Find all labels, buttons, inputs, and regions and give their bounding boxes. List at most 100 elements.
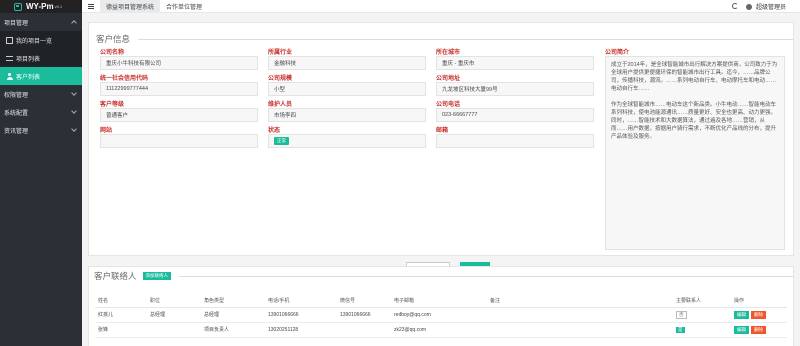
cell-phone: 13020251128	[265, 322, 337, 338]
app-logo[interactable]: WY-Pm v0.1	[0, 0, 82, 13]
users-icon	[6, 72, 13, 80]
sidebar-item-my-projects[interactable]: 我的项目一览	[0, 31, 82, 49]
cell-email: redboy@qq.com	[391, 307, 487, 323]
field-value: 金融科技	[268, 56, 426, 70]
cell-position: 总经理	[147, 307, 201, 323]
cell-actions: 编辑 删除	[731, 322, 787, 338]
sidebar-item-label: 客户列表	[16, 74, 41, 81]
menu-toggle-icon[interactable]	[82, 3, 100, 9]
sidebar-item-label: 项目列表	[16, 56, 41, 63]
sidebar-item-system-config[interactable]: 系统配置	[0, 103, 82, 121]
field-label: 公司规模	[268, 76, 293, 82]
cell-primary: 是	[673, 322, 731, 338]
tab-partner-management[interactable]: 合作单位管理	[160, 0, 208, 13]
field-label: 统一社会信用代码	[100, 76, 149, 82]
field-value: 重庆 - 重庆市	[436, 56, 594, 70]
sidebar-item-permissions[interactable]: 权限管理	[0, 85, 82, 103]
sidebar-item-customer-list[interactable]: 客户列表	[0, 67, 82, 85]
top-bar: 德益项目管理系统 合作单位管理 超级管理员	[82, 0, 800, 13]
column-header: 姓名	[95, 295, 147, 308]
cell-email: zk23@qq.com	[391, 322, 487, 338]
section-title-text: 客户信息	[96, 34, 131, 44]
status-badge: 正常	[274, 137, 289, 145]
field-label: 维护人员	[268, 102, 293, 108]
section-title-text: 客户联络人	[94, 271, 137, 281]
field-address: 公司地址 九龙坡区科技大厦99号	[436, 73, 594, 99]
add-contact-button[interactable]: 添加联络人	[142, 272, 172, 280]
cell-wechat	[337, 322, 391, 338]
column-header: 操作	[731, 295, 787, 308]
delete-contact-button[interactable]: 删除	[751, 325, 766, 334]
table-header-row: 姓名 职位 角色类型 电话/手机 微信号 电子邮箱 备注 主要联系人 操作	[95, 295, 787, 308]
field-value: 11122999777444	[100, 82, 258, 96]
column-header: 备注	[487, 295, 673, 308]
chevron-down-icon	[71, 90, 77, 96]
logo-version: v0.1	[54, 4, 63, 9]
field-label: 公司电话	[436, 102, 461, 108]
user-menu[interactable]: 超级管理员	[746, 2, 786, 11]
tab-project-system[interactable]: 德益项目管理系统	[100, 0, 161, 13]
divider	[138, 38, 793, 40]
table-row: 红孩儿 总经理 总经理 13901066666 13901066666 redb…	[95, 307, 787, 323]
cell-role: 项目负责人	[201, 322, 265, 338]
field-value: 023-66667777	[436, 108, 594, 122]
chevron-down-icon	[71, 108, 77, 114]
field-label: 邮箱	[436, 128, 449, 134]
field-credit-code: 统一社会信用代码 11122999777444	[100, 73, 258, 99]
cell-name: 红孩儿	[95, 307, 147, 323]
sidebar-item-label: 项目管理	[4, 20, 29, 27]
sidebar-item-label: 我的项目一览	[16, 38, 53, 45]
field-value: 重庆小牛科技有限公司	[100, 56, 258, 70]
section-title: 客户联络人 添加联络人	[94, 270, 794, 282]
cell-note	[487, 322, 673, 338]
column-header: 电子邮箱	[391, 295, 487, 308]
field-phone: 公司电话 023-66667777	[436, 99, 594, 125]
field-value: 市场李四	[268, 108, 426, 122]
intro-paragraph: 作为全球智能城市……电动车这个新品类。小牛电动……智能电动车系列科技，使电池能源…	[611, 102, 777, 140]
refresh-icon[interactable]	[732, 3, 739, 9]
field-label: 所在城市	[436, 50, 461, 56]
chevron-down-icon	[71, 126, 77, 132]
field-maintainer: 维护人员 市场李四	[268, 99, 426, 125]
sidebar-item-label: 系统配置	[4, 110, 29, 117]
contacts-panel: 客户联络人 添加联络人 姓名 职位 角色类型 电话/手机 微信号 电子邮箱 备注…	[88, 266, 794, 346]
column-header: 电话/手机	[265, 295, 337, 308]
field-label: 公司简介	[605, 50, 630, 56]
edit-contact-button[interactable]: 编辑	[734, 325, 749, 334]
cell-phone: 13901066666	[265, 307, 337, 323]
cell-wechat: 13901066666	[337, 307, 391, 323]
customer-fields: 公司名称 重庆小牛科技有限公司 所属行业 金融科技 所在城市 重庆 - 重庆市 …	[100, 47, 594, 151]
field-website: 网站	[100, 125, 258, 151]
field-city: 所在城市 重庆 - 重庆市	[436, 47, 594, 73]
field-value	[100, 134, 258, 148]
column-header: 微信号	[337, 295, 391, 308]
field-value: 小型	[268, 82, 426, 96]
user-name: 超级管理员	[755, 4, 786, 11]
cell-note	[487, 307, 673, 323]
sidebar-item-label: 资讯管理	[4, 128, 29, 135]
cell-primary: 否	[673, 307, 731, 323]
field-value: 九龙坡区科技大厦99号	[436, 82, 594, 96]
field-status: 状态 正常	[268, 125, 426, 151]
table-row: 张锋 项目负责人 13020251128 zk23@qq.com 是 编辑 删除	[95, 322, 787, 338]
company-intro: 公司简介 成立于2014年，是全球智能城市出行解决方案提供商，公司致力于为全球用…	[605, 47, 785, 250]
field-label: 客户等级	[100, 102, 125, 108]
field-email: 邮箱	[436, 125, 594, 151]
customer-info-panel: 客户信息 公司名称 重庆小牛科技有限公司 所属行业 金融科技 所在城市 重庆 -…	[88, 22, 794, 256]
sidebar-item-news[interactable]: 资讯管理	[0, 121, 82, 139]
sidebar: WY-Pm v0.1 项目管理 我的项目一览 项目列表 客户列表 权限管理 系统…	[0, 0, 82, 346]
sidebar-submenu: 我的项目一览 项目列表 客户列表	[0, 31, 82, 85]
logo-text: WY-Pm	[26, 2, 54, 11]
sidebar-item-project-management[interactable]: 项目管理	[0, 13, 82, 31]
sidebar-item-project-list[interactable]: 项目列表	[0, 49, 82, 67]
edit-contact-button[interactable]: 编辑	[734, 310, 749, 319]
primary-badge: 否	[676, 310, 687, 319]
field-company-size: 公司规模 小型	[268, 73, 426, 99]
grid-icon	[6, 36, 13, 44]
field-value: 普通客户	[100, 108, 258, 122]
field-value: 正常	[268, 134, 426, 148]
field-label: 所属行业	[268, 50, 293, 56]
delete-contact-button[interactable]: 删除	[751, 310, 766, 319]
primary-badge: 是	[676, 326, 685, 333]
field-industry: 所属行业 金融科技	[268, 47, 426, 73]
